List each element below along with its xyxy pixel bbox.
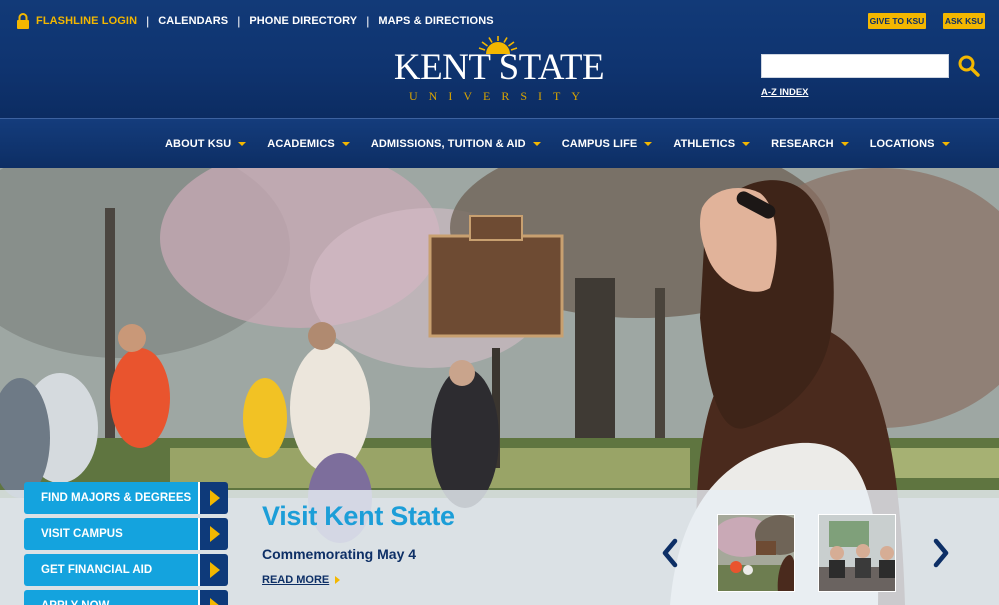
calendars-link[interactable]: CALENDARS <box>158 15 228 27</box>
arrow-right-icon <box>198 482 228 514</box>
arrow-right-icon <box>198 590 228 605</box>
separator: | <box>146 14 150 28</box>
read-more-link[interactable]: READ MORE <box>262 574 341 586</box>
arrow-right-icon <box>198 554 228 586</box>
nav-item-research[interactable]: RESEARCH <box>771 138 849 150</box>
hero-banner: FIND MAJORS & DEGREES VISIT CAMPUS GET F… <box>0 168 999 605</box>
feature-subtitle: Commemorating May 4 <box>262 546 417 562</box>
phone-directory-link[interactable]: PHONE DIRECTORY <box>249 15 357 27</box>
nav-item-locations[interactable]: LOCATIONS <box>870 138 950 150</box>
nav-item-label: RESEARCH <box>771 138 834 150</box>
give-to-ksu-button[interactable]: GIVE TO KSU <box>868 13 926 29</box>
search-icon[interactable] <box>957 54 981 78</box>
main-nav: ABOUT KSU ACADEMICS ADMISSIONS, TUITION … <box>0 118 999 168</box>
feature-title: Visit Kent State <box>262 501 455 531</box>
logo-subline: UNIVERSITY <box>409 89 591 103</box>
lock-icon <box>17 13 29 29</box>
caret-down-icon <box>840 142 849 146</box>
read-more-label: READ MORE <box>262 574 330 586</box>
slide-thumbnail[interactable] <box>818 514 896 592</box>
separator: | <box>237 14 241 28</box>
apply-now-button[interactable]: APPLY NOW <box>24 590 228 605</box>
maps-directions-link[interactable]: MAPS & DIRECTIONS <box>378 15 493 27</box>
cta-label: VISIT CAMPUS <box>24 518 198 550</box>
caret-down-icon <box>941 142 950 146</box>
nav-item-label: CAMPUS LIFE <box>561 138 638 150</box>
caret-down-icon <box>742 142 751 146</box>
nav-item-athletics[interactable]: ATHLETICS <box>673 138 751 150</box>
nav-item-campus-life[interactable]: CAMPUS LIFE <box>562 138 653 150</box>
nav-item-about[interactable]: ABOUT KSU <box>165 138 247 150</box>
nav-item-admissions[interactable]: ADMISSIONS, TUITION & AID <box>371 138 541 150</box>
arrow-right-icon <box>335 576 341 584</box>
thumbnail-photo <box>718 515 794 591</box>
separator: | <box>366 14 370 28</box>
nav-item-label: ACADEMICS <box>267 138 335 150</box>
nav-item-label: ABOUT KSU <box>165 138 232 150</box>
caret-down-icon <box>341 142 350 146</box>
nav-item-label: ADMISSIONS, TUITION & AID <box>370 138 526 150</box>
cta-label: GET FINANCIAL AID <box>24 554 198 586</box>
thumbnail-photo <box>819 515 895 591</box>
chevron-right-icon[interactable] <box>931 538 951 568</box>
financial-aid-button[interactable]: GET FINANCIAL AID <box>24 554 228 586</box>
search-input[interactable] <box>761 54 949 78</box>
kent-state-logo[interactable]: KENT STATE UNIVERSITY <box>386 36 612 106</box>
slide-thumbnail[interactable] <box>717 514 795 592</box>
nav-item-academics[interactable]: ACADEMICS <box>267 138 350 150</box>
caret-down-icon <box>532 142 541 146</box>
ask-ksu-button[interactable]: ASK KSU <box>943 13 985 29</box>
nav-item-label: LOCATIONS <box>869 138 935 150</box>
caret-down-icon <box>644 142 653 146</box>
logo-wordmark: KENT STATE <box>393 47 605 88</box>
cta-label: APPLY NOW <box>24 590 198 605</box>
visit-campus-button[interactable]: VISIT CAMPUS <box>24 518 228 550</box>
site-header: FLASHLINE LOGIN | CALENDARS | PHONE DIRE… <box>0 0 999 118</box>
nav-item-label: ATHLETICS <box>673 138 736 150</box>
az-index-link[interactable]: A-Z INDEX <box>761 87 809 98</box>
chevron-left-icon[interactable] <box>660 538 680 568</box>
cta-label: FIND MAJORS & DEGREES <box>24 482 198 514</box>
flashline-login-link[interactable]: FLASHLINE LOGIN <box>36 15 137 27</box>
caret-down-icon <box>238 142 247 146</box>
arrow-right-icon <box>198 518 228 550</box>
utility-nav: FLASHLINE LOGIN | CALENDARS | PHONE DIRE… <box>16 12 494 30</box>
find-majors-button[interactable]: FIND MAJORS & DEGREES <box>24 482 228 514</box>
